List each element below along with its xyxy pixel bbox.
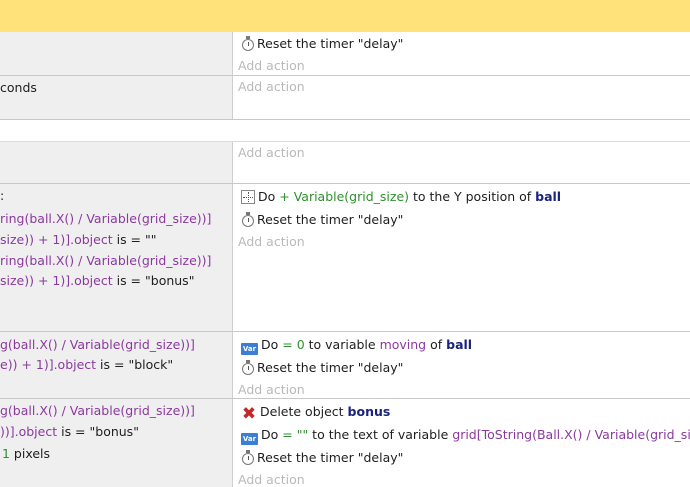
variable-icon: Var — [241, 433, 258, 445]
timer-icon — [242, 212, 254, 227]
actions-panel[interactable]: Do + Variable(grid_size) to the Y positi… — [233, 184, 690, 331]
condition-text[interactable]: : — [0, 188, 4, 204]
action-text: Reset the timer "delay" — [257, 36, 404, 51]
action-text: Do = "" to the text of variable grid[ToS… — [261, 427, 690, 442]
action-text: Do = 0 to variable moving of ball — [261, 337, 473, 352]
action-item[interactable]: Reset the timer "delay" — [241, 450, 403, 466]
action-text: Delete object bonus — [260, 404, 391, 419]
condition-text[interactable]: conds — [0, 80, 37, 96]
add-action-link[interactable]: Add action — [238, 79, 305, 95]
timer-icon — [242, 36, 254, 51]
actions-panel[interactable]: Reset the timer "delay" Add action — [233, 32, 690, 75]
action-item[interactable]: Reset the timer "delay" — [241, 212, 403, 228]
timer-icon — [242, 450, 254, 465]
actions-panel[interactable]: Add action — [233, 142, 690, 183]
add-action-link[interactable]: Add action — [238, 58, 305, 74]
event-row[interactable]: conds Add action — [0, 76, 690, 119]
actions-panel[interactable]: Var Do = 0 to variable moving of ball Res… — [233, 332, 690, 398]
add-action-link[interactable]: Add action — [238, 145, 305, 161]
action-item[interactable]: Reset the timer "delay" — [241, 360, 403, 376]
condition-text[interactable]: 1 pixels — [2, 446, 50, 462]
action-item[interactable]: Do + Variable(grid_size) to the Y positi… — [241, 189, 561, 205]
condition-text[interactable]: g(ball.X() / Variable(grid_size))] — [0, 337, 195, 353]
variable-icon: Var — [241, 343, 258, 355]
action-item[interactable]: Var Do = "" to the text of variable grid[… — [241, 427, 690, 445]
add-action-link[interactable]: Add action — [238, 382, 305, 398]
action-item[interactable]: ✖ Delete object bonus — [241, 404, 390, 423]
actions-panel[interactable]: Add action — [233, 76, 690, 119]
condition-text[interactable]: g(ball.X() / Variable(grid_size))] — [0, 403, 195, 419]
condition-text[interactable]: ring(ball.X() / Variable(grid_size))] — [0, 253, 211, 269]
add-action-link[interactable]: Add action — [238, 472, 305, 487]
event-row[interactable]: g(ball.X() / Variable(grid_size))] ))].o… — [0, 399, 690, 487]
delete-icon: ✖ — [241, 404, 257, 424]
conditions-panel[interactable]: conds — [0, 76, 232, 119]
event-row[interactable]: : ring(ball.X() / Variable(grid_size))] … — [0, 184, 690, 331]
group-spacer — [0, 120, 690, 141]
condition-text[interactable]: size)) + 1)].object is = "" — [0, 232, 157, 248]
timer-icon — [242, 360, 254, 375]
event-sheet-header-bar — [0, 0, 690, 32]
conditions-panel[interactable]: : ring(ball.X() / Variable(grid_size))] … — [0, 184, 232, 331]
condition-text[interactable]: ring(ball.X() / Variable(grid_size))] — [0, 211, 211, 227]
action-text: Reset the timer "delay" — [257, 360, 404, 375]
action-text: Do + Variable(grid_size) to the Y positi… — [258, 189, 562, 204]
actions-panel[interactable]: ✖ Delete object bonus Var Do = "" to the t… — [233, 399, 690, 487]
action-item[interactable]: Var Do = 0 to variable moving of ball — [241, 337, 472, 355]
action-item[interactable]: Reset the timer "delay" — [241, 36, 403, 52]
condition-text[interactable]: size)) + 1)].object is = "bonus" — [0, 273, 194, 289]
event-row[interactable]: g(ball.X() / Variable(grid_size))] e)) +… — [0, 332, 690, 398]
add-action-link[interactable]: Add action — [238, 234, 305, 250]
condition-text[interactable]: ))].object is = "bonus" — [0, 424, 139, 440]
position-icon — [241, 190, 255, 204]
condition-text[interactable]: e)) + 1)].object is = "block" — [0, 357, 173, 373]
event-row[interactable]: Reset the timer "delay" Add action — [0, 32, 690, 75]
action-text: Reset the timer "delay" — [257, 450, 404, 465]
conditions-panel[interactable] — [0, 32, 232, 75]
event-row[interactable]: Add action — [0, 142, 690, 183]
conditions-panel[interactable] — [0, 142, 232, 183]
action-text: Reset the timer "delay" — [257, 212, 404, 227]
conditions-panel[interactable]: g(ball.X() / Variable(grid_size))] ))].o… — [0, 399, 232, 487]
conditions-panel[interactable]: g(ball.X() / Variable(grid_size))] e)) +… — [0, 332, 232, 398]
